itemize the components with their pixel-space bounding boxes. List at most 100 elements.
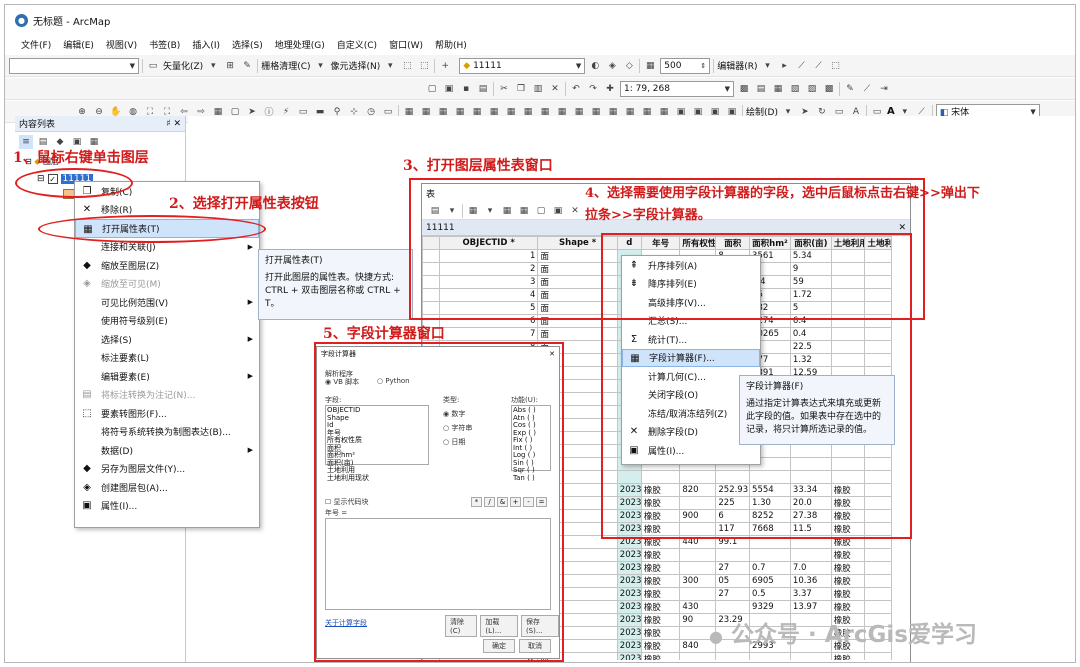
context-menu-item[interactable]: ◈ 创建图层包(A)...: [75, 478, 259, 497]
table-cell[interactable]: 橡胶: [640, 626, 681, 640]
table-cell[interactable]: 0.7: [749, 561, 791, 575]
arctoolbox-icon[interactable]: ▨: [805, 82, 819, 96]
table-cell[interactable]: 2023: [616, 639, 642, 653]
snap-icon[interactable]: ◈: [605, 59, 619, 73]
draw-pencil-icon[interactable]: ✎: [843, 82, 857, 96]
table-cell[interactable]: [864, 652, 892, 660]
table-cell[interactable]: 2023: [616, 600, 642, 614]
menu-item[interactable]: 窗口(W): [389, 38, 423, 51]
context-menu-item[interactable]: 可见比例范围(V) ▶: [75, 293, 259, 312]
select-tool-icon[interactable]: ⬚: [400, 59, 414, 73]
menu-item[interactable]: 地理处理(G): [275, 38, 325, 51]
paste-icon[interactable]: ▥: [531, 82, 545, 96]
select-tool-icon[interactable]: ⬚: [417, 59, 431, 73]
table-cell[interactable]: 橡胶: [640, 561, 681, 575]
copy-icon[interactable]: ❐: [514, 82, 528, 96]
edit-tool-icon[interactable]: ⟋: [795, 59, 809, 73]
tolerance-combo[interactable]: 500 ⇕: [660, 57, 711, 74]
table-cell[interactable]: [864, 600, 892, 614]
close-icon[interactable]: ✕: [173, 119, 181, 129]
context-menu-item[interactable]: 将符号系统转换为制图表达(B)...: [75, 423, 259, 442]
table-cell[interactable]: 2023: [616, 574, 642, 588]
redo-icon[interactable]: ↷: [586, 82, 600, 96]
table-cell[interactable]: [864, 587, 892, 601]
table-cell[interactable]: [715, 548, 751, 562]
table-cell[interactable]: [864, 574, 892, 588]
table-cell[interactable]: [749, 548, 791, 562]
arrow-icon[interactable]: ⇥: [877, 82, 891, 96]
undo-icon[interactable]: ↶: [569, 82, 583, 96]
table-cell[interactable]: 0.5: [749, 587, 791, 601]
table-cell[interactable]: 7: [438, 327, 539, 341]
table-cell[interactable]: [679, 548, 717, 562]
context-menu-item[interactable]: 选择(S) ▶: [75, 330, 259, 349]
table-cell[interactable]: 橡胶: [830, 600, 866, 614]
table-cell[interactable]: [789, 548, 832, 562]
edit-tool-icon[interactable]: ⬚: [829, 59, 843, 73]
menu-item[interactable]: 选择(S): [232, 38, 263, 51]
pin-icon[interactable]: ♯: [166, 119, 170, 129]
menu-item[interactable]: 文件(F): [21, 38, 51, 51]
table-cell[interactable]: 27: [715, 587, 751, 601]
table-cell[interactable]: [789, 652, 832, 660]
layer-source-combo[interactable]: ▼: [9, 57, 139, 74]
chevron-down-icon[interactable]: ▾: [383, 59, 397, 73]
cross-icon[interactable]: +: [438, 59, 452, 73]
table-cell[interactable]: 橡胶: [830, 561, 866, 575]
table-cell[interactable]: 2023: [616, 548, 642, 562]
menu-item[interactable]: 帮助(H): [435, 38, 467, 51]
context-menu-item[interactable]: ▣ 属性(I)...: [75, 497, 259, 516]
target-layer-combo[interactable]: ◆ 11111 ▼: [459, 57, 586, 74]
context-menu-item[interactable]: ◆ 另存为图层文件(Y)...: [75, 460, 259, 479]
cut-icon[interactable]: ✂: [497, 82, 511, 96]
edit-tool-icon[interactable]: ▸: [778, 59, 792, 73]
table-cell[interactable]: [749, 652, 791, 660]
table-cell[interactable]: 430: [679, 600, 717, 614]
table-cell[interactable]: 橡胶: [640, 548, 681, 562]
delete-icon[interactable]: ✕: [548, 82, 562, 96]
map-scale-combo[interactable]: 1: 79, 268 ▼: [620, 80, 734, 97]
table-cell[interactable]: 橡胶: [640, 613, 681, 627]
python-icon[interactable]: ▩: [822, 82, 836, 96]
search-icon[interactable]: ▧: [788, 82, 802, 96]
open-folder-icon[interactable]: ▣: [442, 82, 456, 96]
table-cell[interactable]: 2023: [616, 652, 642, 660]
table-cell[interactable]: 橡胶: [640, 652, 681, 660]
new-icon[interactable]: ▢: [425, 82, 439, 96]
table-cell[interactable]: [715, 652, 751, 660]
chevron-down-icon[interactable]: ▾: [206, 59, 220, 73]
snap-icon[interactable]: ◐: [588, 59, 602, 73]
menu-item[interactable]: 自定义(C): [337, 38, 377, 51]
raster-clean-menu[interactable]: 栅格清理(C): [261, 59, 310, 72]
context-menu-item[interactable]: 标注要素(L): [75, 349, 259, 368]
chevron-down-icon[interactable]: ▾: [314, 59, 328, 73]
save-icon[interactable]: ▪: [459, 82, 473, 96]
grid-icon[interactable]: ▦: [643, 59, 657, 73]
table-cell[interactable]: 6905: [749, 574, 791, 588]
add-data-icon[interactable]: ✚: [603, 82, 617, 96]
snap-icon[interactable]: ◇: [622, 59, 636, 73]
menu-item[interactable]: 书签(B): [149, 38, 180, 51]
table-cell[interactable]: 13.97: [789, 600, 832, 614]
context-menu-item[interactable]: ⬚ 要素转图形(F)...: [75, 404, 259, 423]
vectorize-menu[interactable]: 矢量化(Z): [163, 59, 203, 72]
context-menu-item[interactable]: 数据(D) ▶: [75, 441, 259, 460]
layout-icon[interactable]: ▭: [146, 59, 160, 73]
edit-tool-icon[interactable]: ⟋: [812, 59, 826, 73]
context-menu-item[interactable]: 使用符号级别(E): [75, 312, 259, 331]
raster-tool-icon[interactable]: ⊞: [223, 59, 237, 73]
line-icon[interactable]: ⟋: [860, 82, 874, 96]
table-cell[interactable]: [679, 561, 717, 575]
table-cell[interactable]: 10.36: [789, 574, 832, 588]
context-menu-item[interactable]: ◆ 缩放至图层(Z): [75, 256, 259, 275]
print-icon[interactable]: ▤: [476, 82, 490, 96]
table-cell[interactable]: 橡胶: [640, 600, 681, 614]
toc-icon[interactable]: ▤: [754, 82, 768, 96]
table-cell[interactable]: 2023: [616, 626, 642, 640]
menu-item[interactable]: 视图(V): [106, 38, 137, 51]
editor-menu[interactable]: 编辑器(R): [717, 59, 757, 72]
table-cell[interactable]: 2023: [616, 587, 642, 601]
pencil-icon[interactable]: ✎: [240, 59, 254, 73]
table-cell[interactable]: 橡胶: [640, 639, 681, 653]
editor-toolbar-icon[interactable]: ▩: [737, 82, 751, 96]
